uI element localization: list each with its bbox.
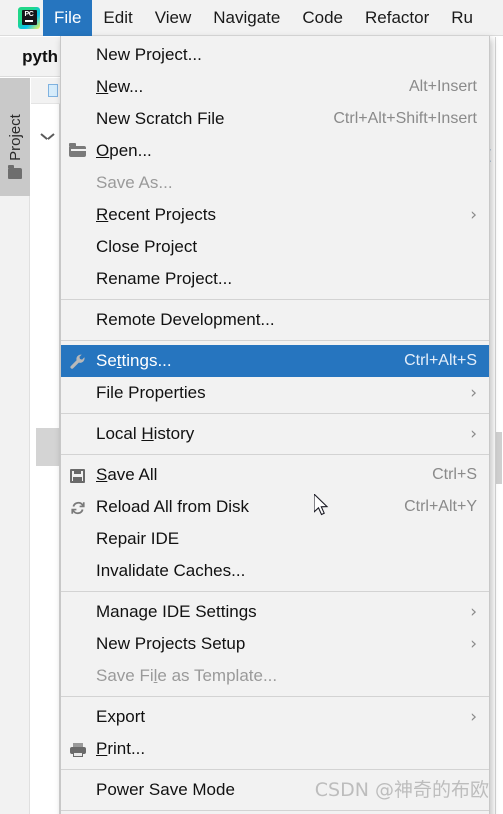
menu-separator bbox=[61, 413, 489, 414]
menu-item-open[interactable]: Open... bbox=[61, 135, 489, 167]
menu-item-manage-ide-settings[interactable]: Manage IDE Settings › bbox=[61, 596, 489, 628]
menu-item-shortcut: Ctrl+Alt+Shift+Insert bbox=[333, 110, 477, 127]
menu-separator bbox=[61, 696, 489, 697]
project-pane-scrollbar[interactable] bbox=[36, 428, 60, 466]
chevron-down-icon[interactable] bbox=[41, 133, 54, 141]
chevron-right-icon: › bbox=[470, 601, 477, 622]
menu-item-close-project[interactable]: Close Project bbox=[61, 231, 489, 263]
menu-item-label: New Projects Setup bbox=[96, 634, 246, 653]
menu-item-new-projects-setup[interactable]: New Projects Setup › bbox=[61, 628, 489, 660]
menu-bar-item-refactor[interactable]: Refactor bbox=[354, 0, 440, 36]
menu-bar-item-ru[interactable]: Ru bbox=[440, 0, 484, 36]
menu-bar-item-label: File bbox=[54, 7, 82, 27]
menu-item-label: Save All bbox=[96, 465, 158, 484]
menu-item-label: Rename Project... bbox=[96, 269, 233, 288]
menu-bar-item-label: View bbox=[154, 7, 192, 27]
chevron-right-icon: › bbox=[470, 423, 477, 444]
pycharm-logo-icon: PC bbox=[18, 6, 40, 29]
menu-item-label: Print... bbox=[96, 739, 146, 758]
save-icon bbox=[68, 466, 88, 484]
menu-item-local-history[interactable]: Local History › bbox=[61, 418, 489, 450]
menu-bar-item-edit[interactable]: Edit bbox=[92, 0, 143, 36]
menu-item-save-as: Save As... bbox=[61, 167, 489, 199]
menu-item-label: Close Project bbox=[96, 237, 198, 256]
menu-bar-items: File Edit View Navigate Code Refactor Ru bbox=[43, 0, 484, 36]
watermark: CSDN @神奇的布欧 bbox=[314, 779, 489, 801]
menu-item-label: Remote Development... bbox=[96, 310, 275, 329]
pycharm-logo-text: PC bbox=[21, 10, 37, 25]
menu-item-new-scratch-file[interactable]: New Scratch File Ctrl+Alt+Shift+Insert bbox=[61, 103, 489, 135]
menu-item-print[interactable]: Print... bbox=[61, 733, 489, 765]
menu-item-label: Save File as Template... bbox=[96, 666, 278, 685]
menu-item-rename-project[interactable]: Rename Project... bbox=[61, 263, 489, 295]
menu-item-save-all[interactable]: Save All Ctrl+S bbox=[61, 459, 489, 491]
menu-item-label: File Properties bbox=[96, 383, 206, 402]
menu-item-label: Local History bbox=[96, 424, 195, 443]
menu-bar-item-view[interactable]: View bbox=[144, 0, 203, 36]
menu-item-label: Manage IDE Settings bbox=[96, 602, 257, 621]
menu-item-new-project[interactable]: New Project... bbox=[61, 39, 489, 71]
menu-item-settings[interactable]: Settings... Ctrl+Alt+S bbox=[61, 345, 489, 377]
print-icon bbox=[68, 740, 88, 758]
menu-bar-item-label: Ru bbox=[451, 7, 473, 27]
menu-separator bbox=[61, 810, 489, 811]
editor-right-edge bbox=[495, 37, 503, 814]
menu-bar-item-label: Navigate bbox=[213, 7, 281, 27]
project-pane-icon[interactable] bbox=[48, 84, 58, 97]
chevron-right-icon: › bbox=[470, 204, 477, 225]
menu-item-shortcut: Alt+Insert bbox=[408, 78, 477, 95]
menu-item-label: Export bbox=[96, 707, 146, 726]
menu-bar-item-label: Refactor bbox=[365, 7, 430, 27]
menu-item-label: Settings... bbox=[96, 351, 172, 370]
menu-separator bbox=[61, 454, 489, 455]
menu-item-export[interactable]: Export › bbox=[61, 701, 489, 733]
menu-bar-item-code[interactable]: Code bbox=[291, 0, 354, 36]
menu-item-new[interactable]: New... Alt+Insert bbox=[61, 71, 489, 103]
reload-icon bbox=[68, 498, 88, 516]
wrench-icon bbox=[68, 352, 88, 370]
menu-item-label: New Project... bbox=[96, 45, 202, 64]
editor-scrollbar[interactable] bbox=[496, 432, 502, 484]
menu-item-invalidate-caches[interactable]: Invalidate Caches... bbox=[61, 555, 489, 587]
menu-item-label: Save As... bbox=[96, 173, 173, 192]
menu-item-label: New Scratch File bbox=[96, 109, 225, 128]
chevron-right-icon: › bbox=[470, 706, 477, 727]
menu-item-label: Repair IDE bbox=[96, 529, 180, 548]
menu-separator bbox=[61, 299, 489, 300]
menu-bar-item-label: Code bbox=[302, 7, 343, 27]
chevron-right-icon: › bbox=[470, 633, 477, 654]
file-menu-dropdown[interactable]: New Project... New... Alt+Insert New Scratc… bbox=[60, 36, 490, 814]
menu-item-reload-all-from-disk[interactable]: Reload All from Disk Ctrl+Alt+Y bbox=[61, 491, 489, 523]
menu-item-shortcut: Ctrl+Alt+S bbox=[404, 352, 477, 369]
menu-bar-item-label: Edit bbox=[103, 7, 133, 27]
project-folder-icon bbox=[8, 165, 22, 179]
menu-item-label: Open... bbox=[96, 141, 152, 160]
chevron-right-icon: › bbox=[470, 382, 477, 403]
menu-item-label: Power Save Mode bbox=[96, 780, 235, 799]
menu-item-label: Invalidate Caches... bbox=[96, 561, 246, 580]
menu-item-remote-development[interactable]: Remote Development... bbox=[61, 304, 489, 336]
menu-item-shortcut: Ctrl+S bbox=[432, 466, 477, 483]
menu-item-label: Recent Projects bbox=[96, 205, 217, 224]
pycharm-window: pyth Project n( / geckodriver.log PC Fil… bbox=[0, 0, 503, 814]
menu-item-recent-projects[interactable]: Recent Projects › bbox=[61, 199, 489, 231]
menu-separator bbox=[61, 340, 489, 341]
menu-bar: PC File Edit View Navigate Code Refactor Ru bbox=[0, 0, 503, 36]
project-pane-toolbar bbox=[31, 78, 60, 104]
menu-item-label: New... bbox=[96, 77, 144, 96]
project-title: pyth bbox=[0, 37, 60, 77]
folder-icon bbox=[68, 142, 88, 160]
menu-item-file-properties[interactable]: File Properties › bbox=[61, 377, 489, 409]
menu-item-shortcut: Ctrl+Alt+Y bbox=[404, 498, 477, 515]
menu-separator bbox=[61, 769, 489, 770]
menu-item-label: Reload All from Disk bbox=[96, 497, 250, 516]
tool-tab-label: Project bbox=[6, 113, 24, 161]
menu-bar-item-navigate[interactable]: Navigate bbox=[202, 0, 291, 36]
menu-item-save-file-as-template: Save File as Template... bbox=[61, 660, 489, 692]
menu-separator bbox=[61, 591, 489, 592]
menu-item-repair-ide[interactable]: Repair IDE bbox=[61, 523, 489, 555]
menu-bar-item-file[interactable]: File bbox=[43, 0, 93, 36]
